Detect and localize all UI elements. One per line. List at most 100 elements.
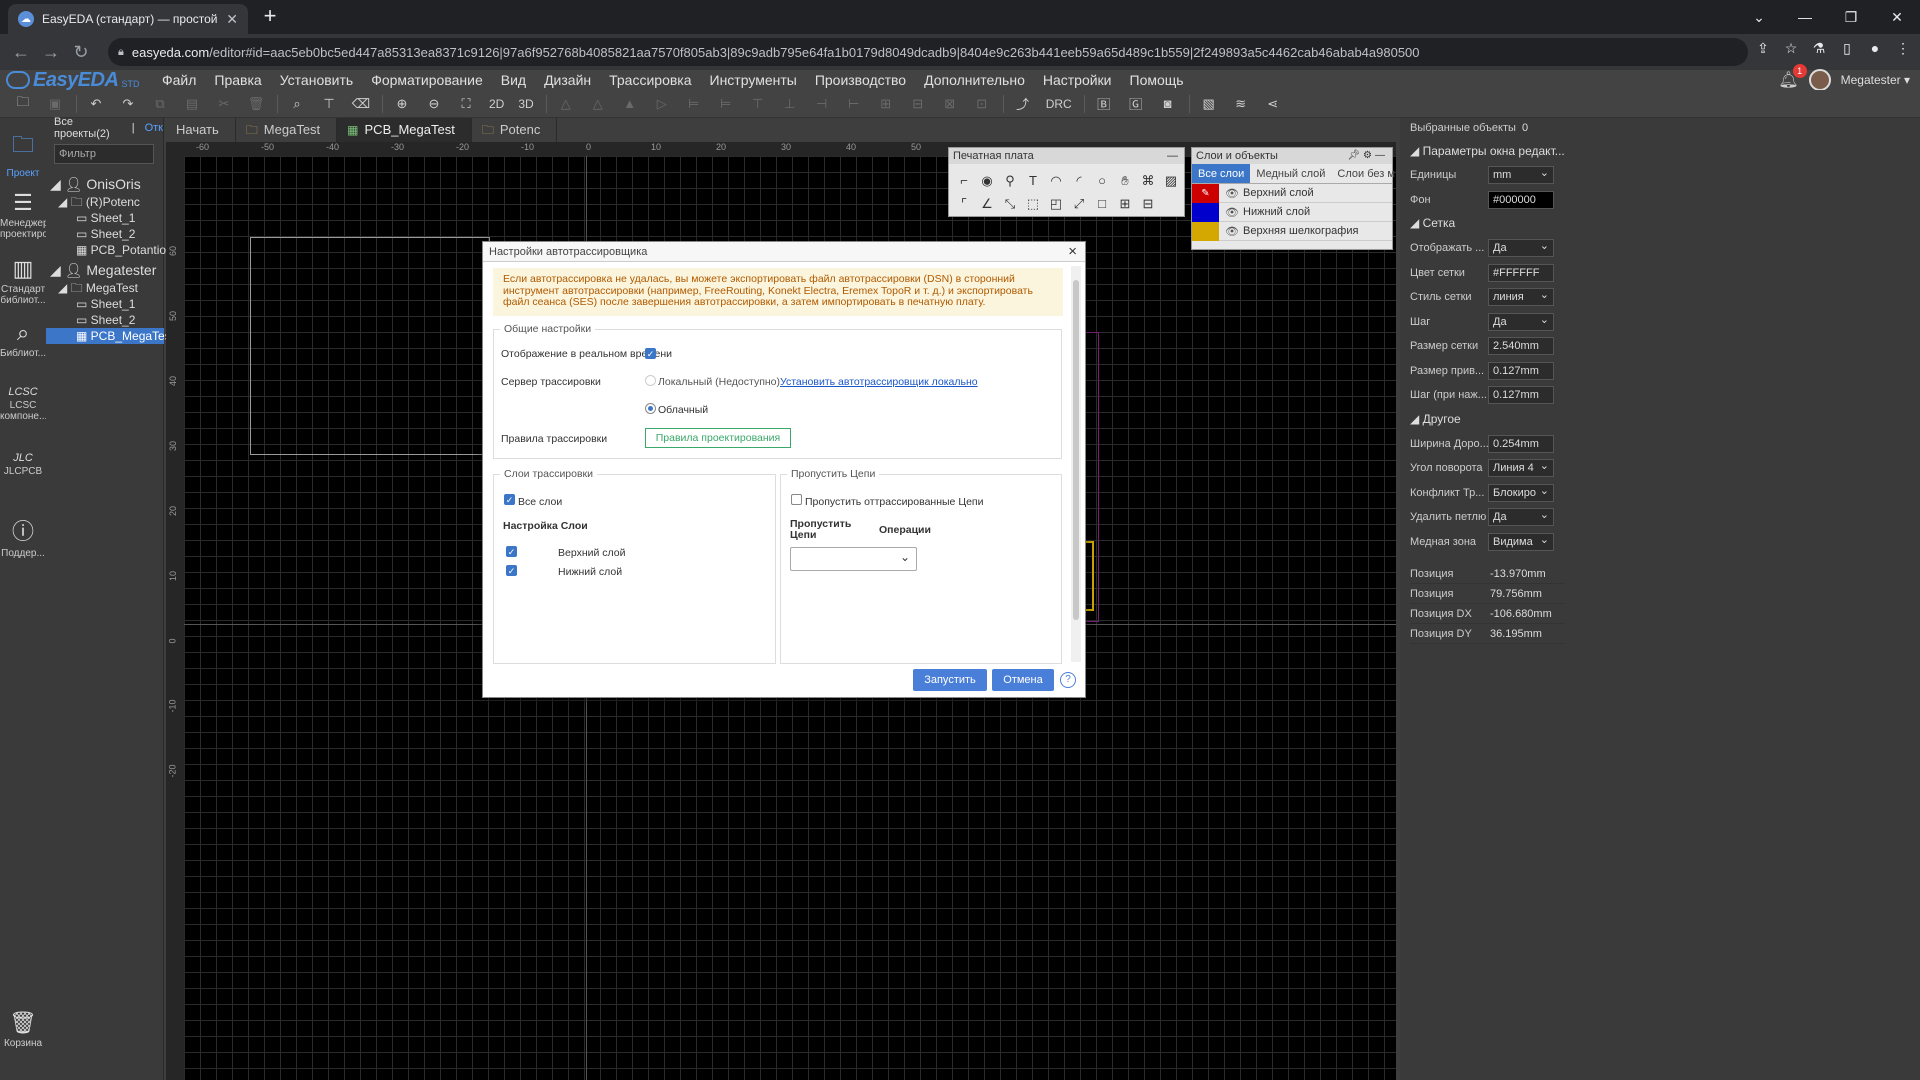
section-other[interactable]: ◢ Другое — [1410, 412, 1461, 426]
restore-icon[interactable]: ❐ — [1828, 9, 1874, 26]
layer-row-bottom[interactable]: 👁︎ Нижний слой — [1192, 202, 1392, 222]
menu-tools[interactable]: Инструменты — [701, 72, 806, 88]
cut-icon[interactable]: ✂ — [213, 93, 235, 115]
layer-row-top[interactable]: ✎ 👁︎ Верхний слой — [1192, 183, 1392, 203]
minimize-icon[interactable]: — — [1167, 148, 1178, 164]
close-window-icon[interactable]: ✕ — [1874, 9, 1920, 26]
units-select[interactable]: mm — [1488, 165, 1554, 184]
view-2d-button[interactable]: 2D — [487, 93, 506, 115]
tab-copper-layers[interactable]: Медный слой — [1250, 164, 1331, 183]
skip-nets-select[interactable] — [790, 547, 917, 571]
pad-tool-icon[interactable]: ◉ — [978, 172, 996, 190]
align-icon[interactable]: ⊞ — [875, 93, 897, 115]
angle-tool-icon[interactable]: ∠ — [978, 195, 996, 213]
layers-window-controls[interactable]: 📌︎⚙— — [1347, 148, 1388, 164]
cancel-button[interactable]: Отмена — [992, 669, 1054, 691]
canvas-origin-icon[interactable]: ⊟ — [1139, 195, 1157, 213]
align-icon[interactable]: ⊡ — [971, 93, 993, 115]
align-icon[interactable]: ⊢ — [843, 93, 865, 115]
via-tool-icon[interactable]: ⚲ — [1001, 172, 1019, 190]
dimension-tool-icon[interactable]: ⌜ — [955, 195, 973, 213]
browser-tab[interactable]: ☁ EasyEDA (стандарт) — простой и ✕ — [8, 4, 248, 34]
design-rules-button[interactable]: Правила проектирования — [645, 428, 791, 448]
dialog-scrollbar[interactable] — [1071, 266, 1081, 662]
menu-edit[interactable]: Правка — [205, 72, 270, 88]
menu-help[interactable]: Помощь — [1121, 72, 1193, 88]
show-grid-select[interactable]: Да — [1488, 238, 1554, 257]
pencil-icon[interactable]: ✎ — [1192, 183, 1219, 203]
all-projects-link[interactable]: Все проекты(2) — [54, 116, 122, 140]
section-grid[interactable]: ◢ Сетка — [1410, 216, 1455, 230]
tab-start[interactable]: Начать — [166, 118, 236, 142]
grid-color-input[interactable]: #FFFFFF — [1488, 264, 1554, 282]
nav-trash[interactable]: 🗑︎ Корзина — [0, 1010, 46, 1049]
view-3d-button[interactable]: 3D — [516, 93, 535, 115]
tab-megatest[interactable]: 🗀 MegaTest — [236, 118, 338, 142]
scrollbar-thumb[interactable] — [1073, 280, 1079, 620]
track-width-input[interactable]: 0.254mm — [1488, 435, 1554, 453]
tree-node-sheet[interactable]: ▭ Sheet_1 — [76, 210, 135, 226]
menu-file[interactable]: Файл — [160, 72, 205, 88]
tab-non-copper[interactable]: Слои без м — [1331, 164, 1401, 183]
delete-icon[interactable]: 🗑︎ — [245, 93, 267, 115]
tree-node-sheet[interactable]: ▭ Sheet_2 — [76, 312, 135, 328]
copper-area-select[interactable]: Видима — [1488, 532, 1554, 551]
all-layers-checkbox[interactable]: ✓ — [504, 494, 515, 505]
align-icon[interactable]: ⊨ — [715, 93, 737, 115]
cloud-radio[interactable] — [645, 403, 656, 414]
align-icon[interactable]: ⊠ — [939, 93, 961, 115]
reload-icon[interactable]: ↻ — [66, 42, 96, 63]
find-icon[interactable]: ⌕ — [286, 93, 308, 115]
rectangle-tool-icon[interactable]: □ — [1093, 195, 1111, 213]
tree-node-folder[interactable]: ◢ 🗀 MegaTest — [58, 280, 138, 296]
text-tool-icon[interactable]: T — [1024, 172, 1042, 190]
top-layer-checkbox[interactable]: ✓ — [506, 546, 517, 557]
help-icon[interactable]: ? — [1060, 672, 1076, 688]
tree-node-folder[interactable]: ◢ 🗀 (R)Potenc — [58, 194, 140, 210]
rotation-select[interactable]: Линия 4 — [1488, 458, 1554, 477]
tab-search-icon[interactable]: ⌄ — [1736, 9, 1782, 26]
eye-icon[interactable]: 👁︎ — [1225, 206, 1243, 219]
tab-pcb-megatest[interactable]: ▦ PCB_MegaTest — [337, 118, 472, 142]
save-icon[interactable]: ▣ — [44, 93, 66, 115]
tab-potenc[interactable]: 🗀 Potenc — [472, 118, 558, 142]
circle-tool-icon[interactable]: ○ — [1093, 172, 1111, 190]
forward-icon[interactable]: → — [36, 42, 66, 63]
align-icon[interactable]: ⊥ — [779, 93, 801, 115]
realtime-checkbox[interactable]: ✓ — [645, 348, 656, 359]
remove-loop-select[interactable]: Да — [1488, 507, 1554, 526]
undo-icon[interactable]: ↶ — [85, 93, 107, 115]
minimize-icon[interactable]: — — [1782, 9, 1828, 25]
zoom-in-icon[interactable]: ⊕ — [391, 93, 413, 115]
step-select[interactable]: Да — [1488, 312, 1554, 331]
install-autorouter-link[interactable]: Установить автотрассировщик локально — [780, 376, 978, 388]
zoom-out-icon[interactable]: ⊖ — [423, 93, 445, 115]
menu-place[interactable]: Установить — [271, 72, 362, 88]
find-similar-icon[interactable]: ⊤ — [318, 93, 340, 115]
share-icon[interactable]: ⋖ — [1262, 93, 1284, 115]
image-tool-icon[interactable]: ▨ — [1162, 172, 1180, 190]
nav-lcsc[interactable]: LCSC LCSC компоне... — [0, 386, 47, 422]
bom-icon[interactable]: 🄱 — [1093, 93, 1115, 115]
track-tool-icon[interactable]: ⌐ — [955, 172, 973, 190]
eye-icon[interactable]: 👁︎ — [1225, 225, 1243, 238]
arc-tool-icon[interactable]: ◠ — [1047, 172, 1065, 190]
menu-route[interactable]: Трассировка — [600, 72, 700, 88]
tab-all-layers[interactable]: Все слои — [1192, 164, 1251, 183]
menu-view[interactable]: Вид — [492, 72, 535, 88]
grid-style-select[interactable]: линия — [1488, 287, 1554, 306]
fit-view-icon[interactable]: ⛶ — [455, 93, 477, 115]
tree-node-sheet[interactable]: ▭ Sheet_2 — [76, 226, 135, 242]
eye-icon[interactable]: 👁︎ — [1225, 187, 1243, 200]
group-tool-icon[interactable]: ⊞ — [1116, 195, 1134, 213]
close-tab-icon[interactable]: ✕ — [226, 11, 238, 28]
layers-header[interactable]: Слои и объекты 📌︎⚙— — [1192, 148, 1392, 164]
align-icon[interactable]: ▲ — [619, 93, 641, 115]
close-icon[interactable]: × — [1068, 242, 1077, 262]
align-icon[interactable]: ⊟ — [907, 93, 929, 115]
menu-fabrication[interactable]: Производство — [806, 72, 915, 88]
nav-library[interactable]: ⌕ Библиот... — [0, 320, 46, 359]
redo-icon[interactable]: ↷ — [117, 93, 139, 115]
open-project-link[interactable]: Отк — [145, 122, 163, 134]
menu-format[interactable]: Форматирование — [362, 72, 492, 88]
